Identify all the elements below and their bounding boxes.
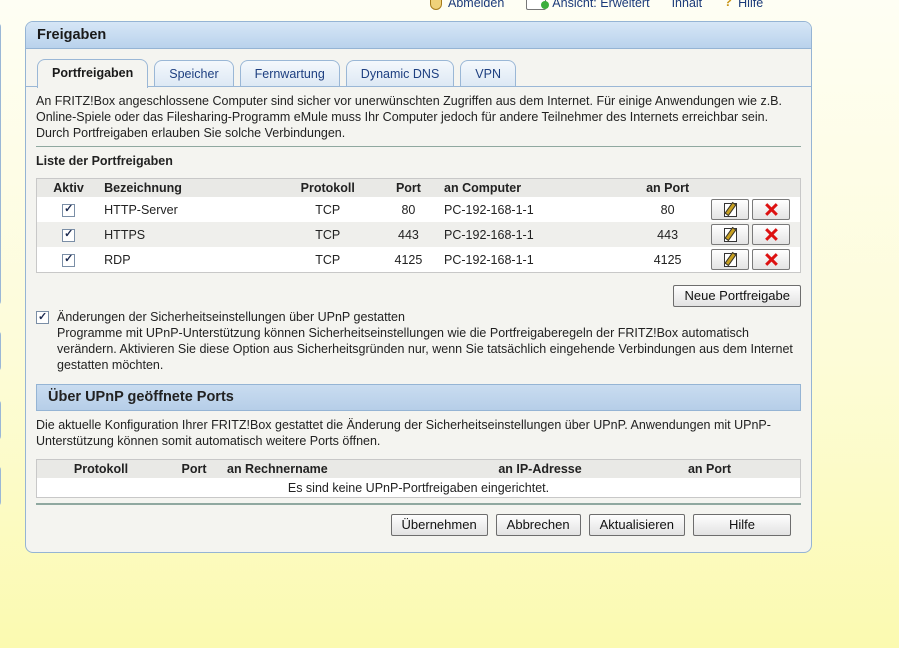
delete-icon[interactable] [752,224,791,245]
row-active-checkbox[interactable] [62,202,76,217]
help-link[interactable]: ? Hilfe [724,0,763,10]
left-nav-stub [0,22,1,306]
upnp-option: Änderungen der Sicherheitseinstellungen … [36,309,801,373]
button-row: Übernehmen Abbrechen Aktualisieren Hilfe [36,514,801,536]
tab-content: An FRITZ!Box angeschlossene Computer sin… [36,87,801,536]
top-toolbar: Abmelden Ansicht: Erweitert Inhalt ? Hil… [430,0,899,74]
content-label: Inhalt [671,0,703,10]
table-row: HTTPS TCP 443 PC-192-168-1-1 443 [36,222,801,247]
cancel-button[interactable]: Abbrechen [495,514,581,536]
panel-title: Freigaben [26,22,811,49]
left-nav-stub [0,399,1,441]
row-protocol: TCP [315,202,341,217]
edit-icon[interactable] [710,224,749,245]
row-computer: PC-192-168-1-1 [444,252,534,267]
col-computer: an Computer [440,178,629,197]
port-forwarding-table: Aktiv Bezeichnung Protokoll Port an Comp… [36,178,801,273]
row-to-port: 443 [628,222,707,247]
col-bezeichnung: Bezeichnung [100,178,279,197]
row-computer: PC-192-168-1-1 [440,222,629,247]
row-port: 80 [401,202,416,217]
row-active-checkbox[interactable] [62,252,76,267]
upnp-empty-message: Es sind keine UPnP-Portfreigaben eingeri… [287,480,550,495]
row-name: HTTP-Server [104,202,178,217]
view-link[interactable]: Ansicht: Erweitert [526,0,650,10]
col-protokoll: Protokoll [278,178,377,197]
delete-icon[interactable] [752,249,791,270]
tab-bar: Portfreigaben Speicher Fernwartung Dynam… [37,59,516,88]
table-header: Protokoll Port an Rechnername an IP-Adre… [36,459,801,478]
upnp-option-description: Programme mit UPnP-Unterstützung können … [57,326,793,372]
col-an-port: an Port [628,178,707,197]
upnp-option-label: Änderungen der Sicherheitseinstellungen … [57,310,405,324]
table-row: Es sind keine UPnP-Portfreigaben eingeri… [37,478,801,498]
tab-speicher[interactable]: Speicher [154,60,234,87]
col-protokoll: Protokoll [36,459,165,478]
new-port-forwarding-button[interactable]: Neue Portfreigabe [673,285,801,307]
list-title: Liste der Portfreigaben [36,154,173,168]
row-protocol: TCP [315,252,341,267]
upnp-ports-table: Protokoll Port an Rechnername an IP-Adre… [36,459,801,498]
row-computer: PC-192-168-1-1 [444,202,534,217]
logout-link[interactable]: Abmelden [430,0,504,10]
help-button[interactable]: Hilfe [693,514,791,536]
help-label: Hilfe [738,0,764,10]
col-ip-adresse: an IP-Adresse [461,459,619,478]
table-header: Aktiv Bezeichnung Protokoll Port an Comp… [36,178,801,197]
col-port: Port [376,178,441,197]
intro-text: An FRITZ!Box angeschlossene Computer sin… [36,94,782,140]
divider [36,146,801,147]
delete-icon[interactable] [752,199,791,220]
tab-portfreigaben[interactable]: Portfreigaben [37,59,149,88]
col-actions [706,178,801,197]
left-nav-stub [0,465,1,507]
upnp-section-title: Über UPnP geöffnete Ports [36,384,801,411]
logout-icon [430,0,442,10]
row-active-checkbox[interactable] [62,227,76,242]
col-aktiv: Aktiv [36,178,101,197]
row-to-port: 4125 [653,252,682,267]
upnp-allow-checkbox[interactable] [36,309,49,325]
table-row: HTTP-Server TCP 80 PC-192-168-1-1 80 [37,197,801,222]
refresh-button[interactable]: Aktualisieren [588,514,685,536]
logout-label: Abmelden [448,0,505,10]
row-name: RDP [104,252,131,267]
left-nav-stub [0,330,1,372]
apply-button[interactable]: Übernehmen [390,514,488,536]
row-name: HTTPS [100,222,279,247]
edit-icon[interactable] [710,199,749,220]
table-row: RDP TCP 4125 PC-192-168-1-1 4125 [37,247,801,273]
help-icon: ? [724,0,733,9]
row-to-port: 80 [660,202,675,217]
view-label: Ansicht: Erweitert [552,0,650,10]
row-port: 4125 [394,252,423,267]
row-port: 443 [376,222,441,247]
view-icon [526,0,550,10]
tab-dynamic-dns[interactable]: Dynamic DNS [345,60,455,87]
col-rechnername: an Rechnername [223,459,461,478]
tab-vpn[interactable]: VPN [460,60,516,87]
divider [36,503,801,505]
col-an-port: an Port [619,459,801,478]
upnp-info-text: Die aktuelle Konfiguration Ihrer FRITZ!B… [36,418,771,448]
row-protocol: TCP [278,222,377,247]
freigaben-panel: Freigaben Portfreigaben Speicher Fernwar… [25,21,812,553]
content-link[interactable]: Inhalt [440,0,703,74]
edit-icon[interactable] [710,249,749,270]
col-port: Port [165,459,223,478]
tab-fernwartung[interactable]: Fernwartung [239,60,340,87]
